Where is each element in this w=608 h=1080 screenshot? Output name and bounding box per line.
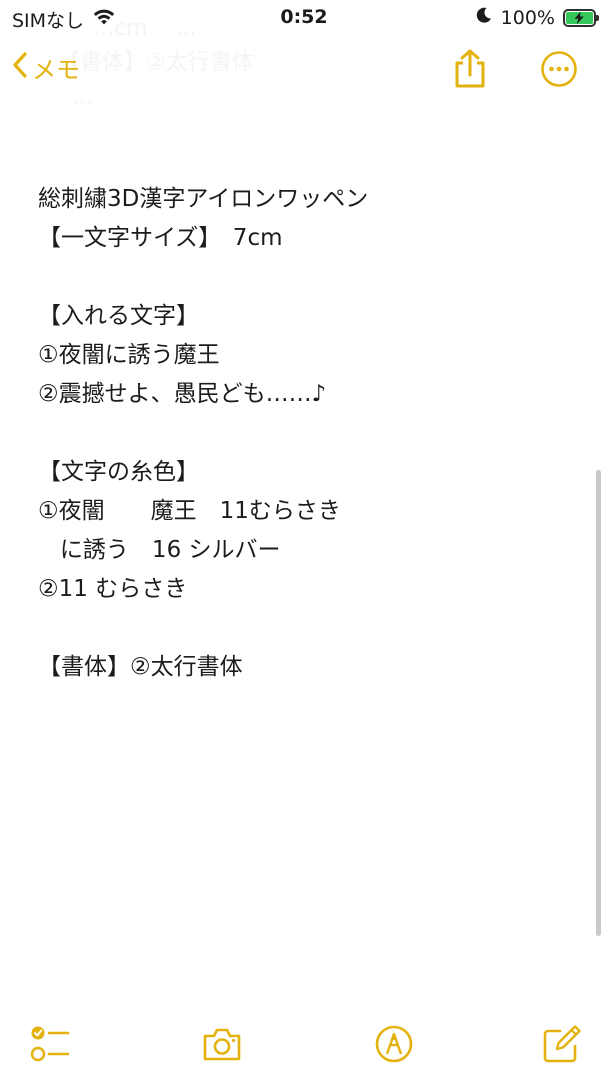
camera-icon [203, 1028, 241, 1061]
note-line [38, 609, 578, 648]
note-line: 【入れる文字】 [38, 303, 199, 329]
status-right: 100% [475, 6, 599, 29]
back-button[interactable]: メモ [12, 50, 80, 85]
status-bar: SIMなし 0:52 100% [0, 0, 608, 36]
note-line [38, 414, 578, 453]
camera-button[interactable] [200, 1022, 244, 1070]
note-line: ②震撼せよ、愚民ども……♪ [38, 381, 327, 407]
note-line: ①夜闇 魔王 11むらさき [38, 498, 341, 524]
compose-button[interactable] [540, 1022, 584, 1070]
note-line: 総刺繍3D漢字アイロンワッペン [38, 186, 369, 212]
nav-bar: メモ [0, 40, 608, 100]
chevron-left-icon [12, 51, 28, 85]
moon-icon [475, 6, 493, 29]
bottom-toolbar [0, 1020, 608, 1070]
note-line: に誘う 16 シルバー [38, 537, 281, 563]
markup-button[interactable] [372, 1022, 416, 1070]
note-line: ②11 むらさき [38, 576, 188, 602]
battery-percent: 100% [500, 6, 555, 29]
more-button[interactable] [540, 50, 578, 88]
back-label: メモ [32, 56, 80, 84]
share-button[interactable] [452, 48, 488, 90]
markup-pen-icon [375, 1025, 413, 1063]
note-line: 【文字の糸色】 [38, 459, 199, 485]
ellipsis-circle-icon [541, 51, 577, 87]
note-body[interactable]: 総刺繍3D漢字アイロンワッペン 【一文字サイズ】 7cm 【入れる文字】 ①夜闇… [38, 180, 578, 687]
note-line [38, 258, 578, 297]
note-line: 【一文字サイズ】 7cm [38, 225, 283, 251]
note-line: 【書体】②太行書体 [38, 654, 243, 680]
checklist-button[interactable] [28, 1022, 72, 1070]
compose-icon [543, 1025, 581, 1063]
checklist-icon [30, 1026, 70, 1062]
battery-charging-icon [563, 8, 599, 27]
note-line: ①夜闇に誘う魔王 [38, 342, 220, 368]
share-icon [455, 49, 485, 88]
scroll-indicator[interactable] [596, 470, 601, 936]
